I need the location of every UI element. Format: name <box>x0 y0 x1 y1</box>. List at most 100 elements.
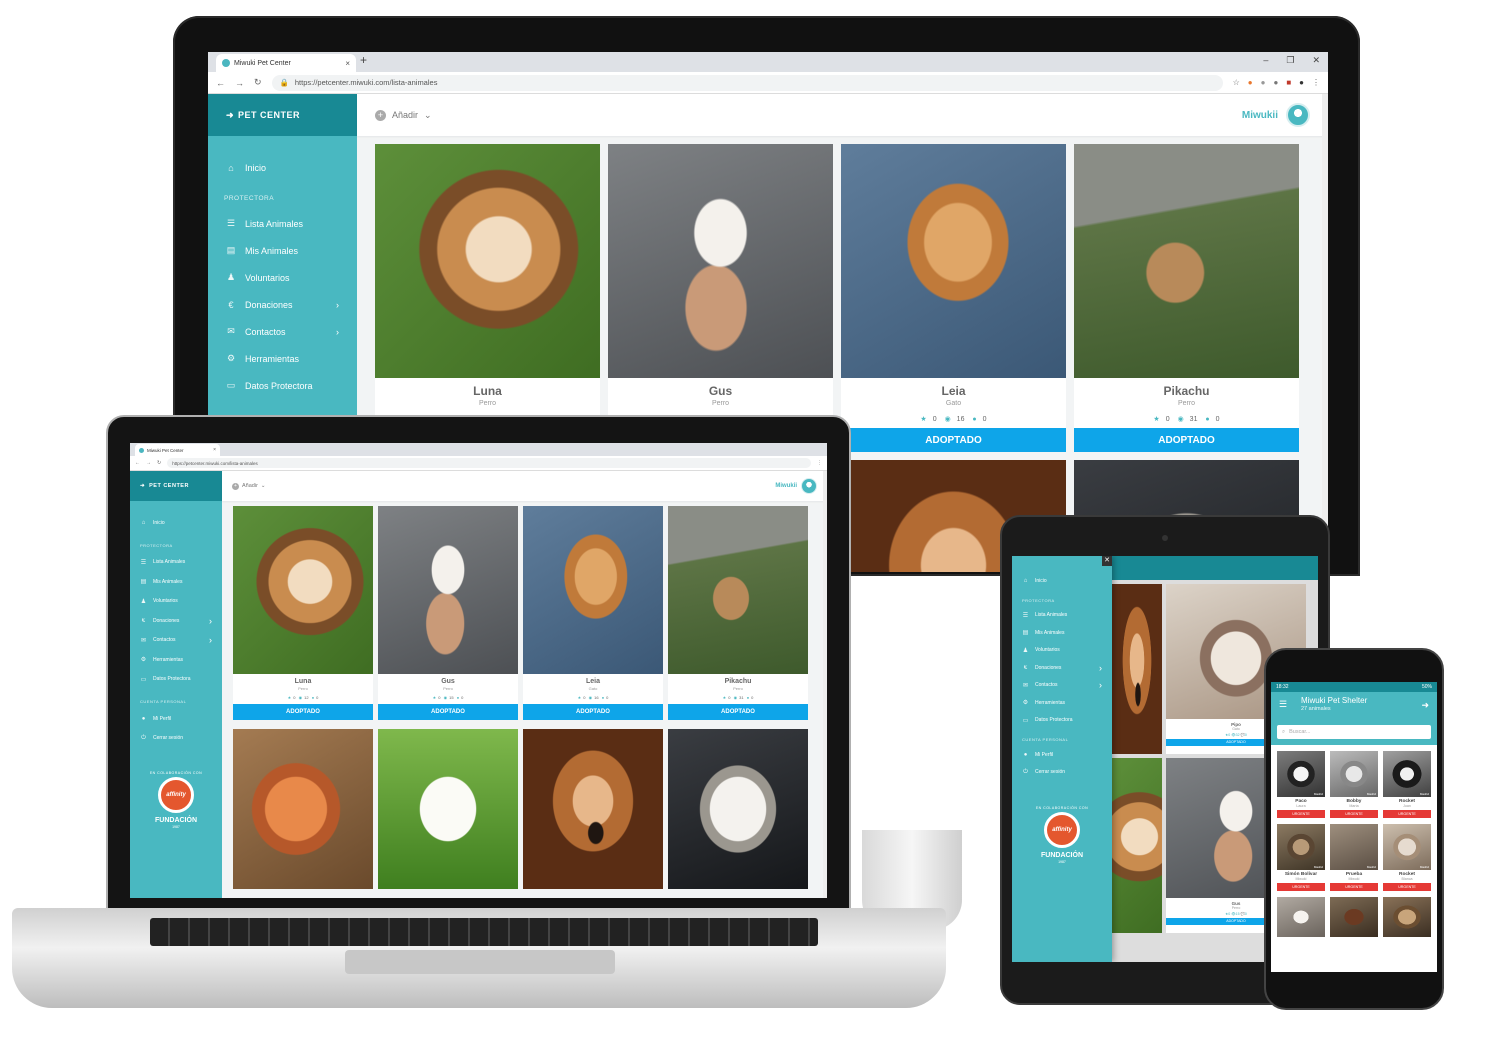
reload-icon[interactable]: ↻ <box>157 460 161 466</box>
sidebar-item-label: Cerrar sesión <box>153 735 184 742</box>
adopted-button[interactable]: ADOPTADO <box>1074 428 1299 452</box>
pet-photo[interactable] <box>1383 897 1431 937</box>
adopted-button[interactable]: ADOPTADO <box>668 704 808 720</box>
hamburger-menu-icon[interactable]: ☰ <box>1279 699 1287 710</box>
extension-icon[interactable]: ● <box>1273 78 1278 87</box>
stars-count: 0 <box>1165 416 1170 423</box>
animal-card[interactable]: Luna Perro <box>375 144 600 452</box>
pet-photo[interactable] <box>1330 897 1378 937</box>
sidebar-item-datos-protectora[interactable]: ▭ Datos Protectora <box>1012 712 1112 730</box>
search-placeholder: Buscar... <box>1289 729 1311 735</box>
sidebar-item-donaciones[interactable]: € Donaciones › <box>208 291 357 318</box>
animal-card[interactable]: Pikachu Perro ★ 0 ◉ 31 ● 0 ADOPTADO <box>668 506 808 720</box>
sidebar-item-contactos[interactable]: ✉ Contactos › <box>1012 677 1112 695</box>
animal-card[interactable] <box>233 729 373 889</box>
pet-card[interactable]: Madrid Prueba Miwuki URGENTE <box>1330 824 1378 891</box>
animal-card[interactable] <box>668 729 808 889</box>
sidebar-item-herramientas[interactable]: ⚙ Herramientas <box>130 650 222 670</box>
user-menu[interactable]: Miwukii <box>775 478 817 494</box>
sidebar-item-donaciones[interactable]: € Donaciones › <box>1012 659 1112 677</box>
brand-logo[interactable]: ➜ PET CENTER <box>130 471 222 501</box>
back-icon[interactable]: ← <box>216 78 225 88</box>
sidebar-item-voluntarios[interactable]: ♟ Voluntarios <box>130 592 222 612</box>
search-input[interactable]: ⌕ Buscar... <box>1277 725 1431 739</box>
sidebar-item-lista-animales[interactable]: ☰ Lista Animales <box>1012 607 1112 625</box>
sidebar-item-contactos[interactable]: ✉ Contactos › <box>130 631 222 651</box>
sidebar-item-datos-protectora[interactable]: ▭ Datos Protectora <box>208 372 357 399</box>
sidebar-item-herramientas[interactable]: ⚙ Herramientas <box>1012 694 1112 712</box>
sidebar-item-voluntarios[interactable]: ♟ Voluntarios <box>1012 642 1112 660</box>
pet-card[interactable]: Madrid Rocket Blanca URGENTE <box>1383 824 1431 891</box>
sidebar-item-donaciones[interactable]: € Donaciones › <box>130 611 222 631</box>
sidebar-item-datos-protectora[interactable]: ▭ Datos Protectora <box>130 670 222 690</box>
adopted-button[interactable]: ADOPTADO <box>233 704 373 720</box>
pet-photo[interactable] <box>1277 897 1325 937</box>
close-drawer-button[interactable]: ✕ <box>1102 556 1112 566</box>
animal-card[interactable]: Gus Perro <box>608 144 833 452</box>
extension-icon[interactable]: ● <box>1248 78 1253 87</box>
sidebar-item-cerrar-sesion[interactable]: ⏻ Cerrar sesión <box>130 729 222 749</box>
sidebar-item-inicio[interactable]: ⌂ Inicio <box>208 154 357 181</box>
animal-card[interactable]: Gus Perro ★ 0 ◉ 15 ● 0 ADOPTADO <box>378 506 518 720</box>
pet-card[interactable]: Madrid Simón Bolívar Miwuki URGENTE <box>1277 824 1325 891</box>
address-bar[interactable]: 🔒 https://petcenter.miwuki.com/lista-ani… <box>271 74 1223 91</box>
animal-card[interactable] <box>378 729 518 889</box>
sidebar-item-voluntarios[interactable]: ♟ Voluntarios <box>208 264 357 291</box>
close-tab-icon[interactable]: × <box>345 59 350 68</box>
reload-icon[interactable]: ↻ <box>254 77 262 88</box>
urgent-badge: URGENTE <box>1277 810 1325 818</box>
sidebar-item-lista-animales[interactable]: ☰ Lista Animales <box>208 210 357 237</box>
pet-icon[interactable]: ➜ <box>1421 700 1429 711</box>
sidebar-section-protectora: PROTECTORA <box>140 542 173 548</box>
adopted-button[interactable]: ADOPTADO <box>523 704 663 720</box>
animal-card[interactable] <box>1112 584 1162 754</box>
close-tab-icon[interactable]: × <box>213 447 216 453</box>
extension-icon[interactable]: ● <box>1261 78 1266 87</box>
add-button[interactable]: + Añadir ⌄ <box>375 109 432 121</box>
animal-card[interactable]: Leia Gato ★ 0 ◉ 16 ● 0 ADOPTADO <box>523 506 663 720</box>
browser-menu-icon[interactable]: ⋮ <box>817 460 822 466</box>
new-tab-button[interactable]: + <box>360 53 367 67</box>
pet-card[interactable]: Madrid Paco Laura URGENTE <box>1277 751 1325 818</box>
sidebar-item-mi-perfil[interactable]: ● Mi Perfil <box>1012 746 1112 764</box>
browser-tab[interactable]: Miwuki Pet Center × <box>216 54 356 72</box>
scrollbar[interactable] <box>1322 94 1328 572</box>
pet-card[interactable]: Madrid Bobby Marta URGENTE <box>1330 751 1378 818</box>
sidebar-item-inicio[interactable]: ⌂ Inicio <box>130 513 222 533</box>
bookmark-star-icon[interactable]: ☆ <box>1233 78 1240 87</box>
forward-icon[interactable]: → <box>146 460 151 466</box>
add-button[interactable]: + Añadir ⌄ <box>232 482 266 490</box>
animal-card[interactable]: Leia Gato ★ 0 ◉ 16 ● 0 ADOPTADO <box>841 144 1066 452</box>
pet-owner: Marta <box>1349 804 1359 808</box>
sidebar-item-mis-animales[interactable]: ▤ Mis Animales <box>1012 624 1112 642</box>
pet-card[interactable]: Madrid Rocket Juan URGENTE <box>1383 751 1431 818</box>
sidebar-item-lista-animales[interactable]: ☰ Lista Animales <box>130 553 222 573</box>
browser-tab[interactable]: Miwuki Pet Center × <box>135 444 220 456</box>
sidebar-item-mi-perfil[interactable]: ● Mi Perfil <box>130 709 222 729</box>
scrollbar[interactable] <box>823 471 827 898</box>
extension-icon[interactable]: ■ <box>1286 78 1291 87</box>
address-bar[interactable]: https://petcenter.miwuki.com/lista-anima… <box>167 458 811 468</box>
minimize-button[interactable]: – <box>1263 55 1268 66</box>
close-window-button[interactable]: ✕ <box>1312 55 1320 66</box>
back-icon[interactable]: ← <box>135 460 140 466</box>
user-menu[interactable]: Miwukii <box>1242 103 1310 127</box>
animal-card[interactable] <box>1112 758 1162 933</box>
sidebar-item-contactos[interactable]: ✉ Contactos › <box>208 318 357 345</box>
browser-menu-icon[interactable]: ⋮ <box>1312 78 1320 87</box>
animal-card[interactable]: Luna Perro ★ 0 ◉ 12 ● 0 ADOPTADO <box>233 506 373 720</box>
animal-card[interactable]: Pikachu Perro ★ 0 ◉ 31 ● 0 ADOPTADO <box>1074 144 1299 452</box>
sidebar-item-mis-animales[interactable]: ▤ Mis Animales <box>130 572 222 592</box>
forward-icon[interactable]: → <box>235 78 244 88</box>
sidebar-item-inicio[interactable]: ⌂ Inicio <box>1012 572 1112 590</box>
sidebar-item-herramientas[interactable]: ⚙ Herramientas <box>208 345 357 372</box>
animal-photo <box>668 506 808 674</box>
sidebar-item-cerrar-sesion[interactable]: ⏻ Cerrar sesión <box>1012 764 1112 782</box>
brand-logo[interactable]: ➜ PET CENTER <box>208 94 357 136</box>
animal-card[interactable] <box>523 729 663 889</box>
sidebar-item-mis-animales[interactable]: ▤ Mis Animales <box>208 237 357 264</box>
adopted-button[interactable]: ADOPTADO <box>378 704 518 720</box>
adopted-button[interactable]: ADOPTADO <box>841 428 1066 452</box>
profile-icon[interactable]: ● <box>1299 78 1304 87</box>
maximize-button[interactable]: ❐ <box>1286 55 1294 66</box>
